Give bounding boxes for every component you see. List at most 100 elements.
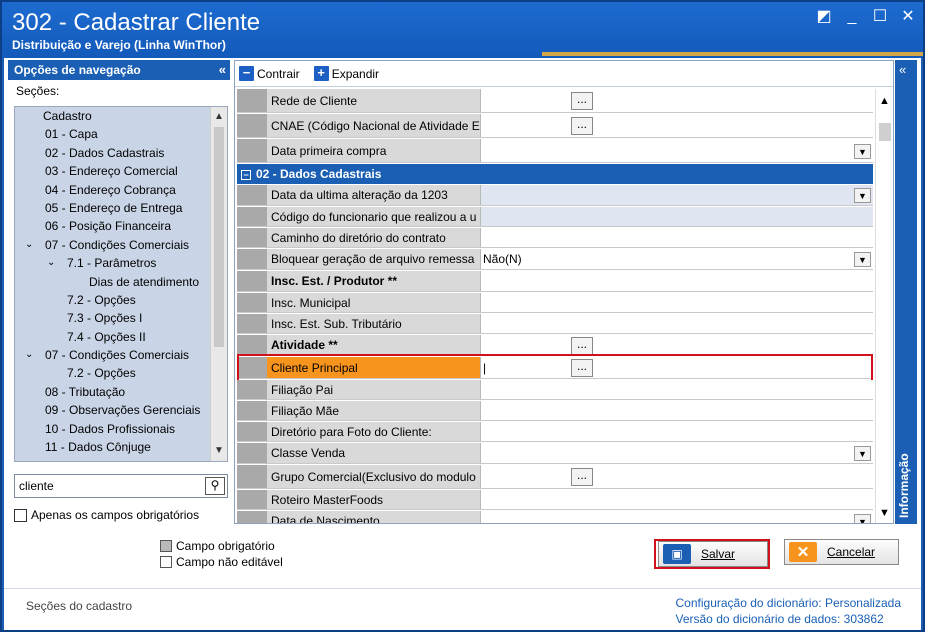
sidebar-item[interactable]: ⌄ 07 - Condições Comerciais: [15, 346, 211, 364]
search-icon[interactable]: ⚲: [205, 477, 225, 495]
chevron-down-icon[interactable]: ▼: [854, 188, 871, 203]
cancel-button[interactable]: ✕ Cancelar: [784, 539, 899, 565]
field-value[interactable]: [481, 422, 873, 441]
grid-row[interactable]: Data da ultima alteração da 1203 ▼: [237, 185, 873, 206]
only-required-checkbox[interactable]: Apenas os campos obrigatórios: [14, 508, 199, 522]
field-label: Data de Nascimento: [267, 511, 481, 523]
ellipsis-button[interactable]: ...: [571, 336, 593, 355]
grid-row[interactable]: Caminho do diretório do contrato: [237, 228, 873, 248]
field-value[interactable]: ▼: [481, 511, 873, 523]
grid-row[interactable]: CNAE (Código Nacional de Atividade E...: [237, 114, 873, 138]
field-value[interactable]: ▼: [481, 443, 873, 463]
grid-row[interactable]: Insc. Est. / Produtor **: [237, 271, 873, 292]
row-gutter: [237, 271, 267, 291]
grid-scroll-down-icon[interactable]: ▼: [879, 507, 890, 519]
sidebar-item[interactable]: 7.2 - Opções: [15, 291, 211, 309]
sidebar-item[interactable]: Cadastro: [15, 107, 211, 125]
collapse-info-icon[interactable]: «: [899, 62, 906, 77]
grid-row[interactable]: Rede de Cliente...: [237, 89, 873, 113]
expander-icon[interactable]: ⌄: [25, 236, 33, 254]
section-search-input[interactable]: [15, 475, 201, 497]
sidebar-item[interactable]: ⌄ 7.1 - Parâmetros: [15, 254, 211, 272]
ellipsis-button[interactable]: ...: [571, 92, 593, 110]
field-value[interactable]: Não(N) ▼: [481, 249, 873, 269]
field-label: Data primeira compra: [267, 139, 481, 162]
field-value[interactable]: [481, 293, 873, 312]
field-value[interactable]: [481, 490, 873, 509]
field-value[interactable]: ...: [481, 114, 873, 137]
sections-tree[interactable]: Cadastro 01 - Capa 02 - Dados Cadastrais 03…: [14, 106, 228, 462]
grid-scroll-thumb[interactable]: [879, 123, 891, 141]
restore-icon[interactable]: ◩: [815, 8, 833, 26]
sidebar-item[interactable]: 08 - Tributação: [15, 383, 211, 401]
sidebar-item[interactable]: 04 - Endereço Cobrança: [15, 181, 211, 199]
sidebar-item[interactable]: 7.4 - Opções II: [15, 328, 211, 346]
collapse-section-icon[interactable]: −: [241, 170, 251, 180]
scroll-up-icon[interactable]: ▲: [211, 109, 227, 125]
field-label: Data da ultima alteração da 1203: [267, 185, 481, 205]
grid-row[interactable]: Classe Venda ▼: [237, 443, 873, 464]
grid-row[interactable]: Insc. Municipal: [237, 293, 873, 313]
collapse-nav-icon[interactable]: «: [219, 60, 226, 80]
grid-row[interactable]: Data primeira compra ▼: [237, 139, 873, 163]
info-panel[interactable]: « Informação: [895, 60, 917, 524]
field-value[interactable]: [481, 228, 873, 247]
grid-row[interactable]: Roteiro MasterFoods: [237, 490, 873, 510]
chevron-down-icon[interactable]: ▼: [854, 143, 871, 159]
field-value[interactable]: [481, 401, 873, 420]
ellipsis-button[interactable]: ...: [571, 117, 593, 135]
expander-icon[interactable]: ⌄: [47, 254, 55, 272]
sidebar-item[interactable]: 05 - Endereço de Entrega: [15, 199, 211, 217]
grid-scrollbar[interactable]: ▲ ▼: [875, 89, 893, 523]
row-gutter: [237, 249, 267, 269]
sidebar-item[interactable]: 09 - Observações Gerenciais: [15, 401, 211, 419]
minimize-icon[interactable]: _: [843, 8, 861, 26]
field-value[interactable]: ...: [481, 89, 873, 112]
scroll-down-icon[interactable]: ▼: [211, 443, 227, 459]
field-value[interactable]: ...: [481, 335, 873, 355]
sidebar-item[interactable]: 01 - Capa: [15, 125, 211, 143]
client-area: Opções de navegação « Seções: Cadastro 01…: [4, 58, 921, 630]
sidebar-item[interactable]: 06 - Posição Financeira: [15, 217, 211, 235]
row-gutter: [237, 380, 267, 399]
grid-row[interactable]: Código do funcionario que realizou a u: [237, 207, 873, 227]
grid-scroll-up-icon[interactable]: ▲: [879, 95, 890, 107]
sidebar-item[interactable]: ⌄ 07 - Condições Comerciais: [15, 236, 211, 254]
field-value[interactable]: [481, 207, 873, 226]
chevron-down-icon[interactable]: ▼: [854, 446, 871, 461]
field-value[interactable]: ▼: [481, 185, 873, 205]
sidebar-item[interactable]: 7.3 - Opções I: [15, 309, 211, 327]
sidebar-item[interactable]: 03 - Endereço Comercial: [15, 162, 211, 180]
sidebar-item[interactable]: 11 - Dados Cônjuge: [15, 438, 211, 456]
chevron-down-icon[interactable]: ▼: [854, 513, 871, 523]
expander-icon[interactable]: ⌄: [25, 346, 33, 364]
tree-scrollbar[interactable]: ▲ ▼: [210, 107, 227, 461]
expand-button[interactable]: + Expandir: [313, 66, 379, 81]
grid-row[interactable]: Bloquear geração de arquivo remessa Não(N…: [237, 249, 873, 270]
grid-row[interactable]: Grupo Comercial(Exclusivo do modulo...: [237, 465, 873, 489]
row-gutter: [237, 335, 267, 355]
grid-row[interactable]: Insc. Est. Sub. Tributário: [237, 314, 873, 334]
sidebar-item[interactable]: 02 - Dados Cadastrais: [15, 144, 211, 162]
grid-row[interactable]: Filiação Mãe: [237, 401, 873, 421]
checkbox-box[interactable]: [14, 508, 27, 522]
field-value[interactable]: [481, 271, 873, 291]
field-value[interactable]: [481, 314, 873, 333]
grid-row[interactable]: Data de Nascimento ▼: [237, 511, 873, 523]
field-value[interactable]: [481, 380, 873, 399]
chevron-down-icon[interactable]: ▼: [854, 252, 871, 267]
maximize-icon[interactable]: ☐: [871, 8, 889, 26]
close-icon[interactable]: ✕: [899, 8, 917, 26]
grid-row[interactable]: Filiação Pai: [237, 380, 873, 400]
sidebar-item[interactable]: 10 - Dados Profissionais: [15, 420, 211, 438]
grid-row[interactable]: Diretório para Foto do Cliente:: [237, 422, 873, 442]
grid-row[interactable]: Atividade **...: [237, 335, 873, 356]
ellipsis-button[interactable]: ...: [571, 468, 593, 486]
sidebar-item[interactable]: Dias de atendimento: [15, 273, 211, 291]
scroll-thumb[interactable]: [214, 127, 224, 347]
section-header[interactable]: −02 - Dados Cadastrais: [237, 164, 873, 184]
sidebar-item[interactable]: 7.2 - Opções: [15, 364, 211, 382]
collapse-button[interactable]: − Contrair: [239, 66, 300, 81]
field-value[interactable]: ▼: [481, 139, 873, 162]
field-value[interactable]: ...: [481, 465, 873, 488]
